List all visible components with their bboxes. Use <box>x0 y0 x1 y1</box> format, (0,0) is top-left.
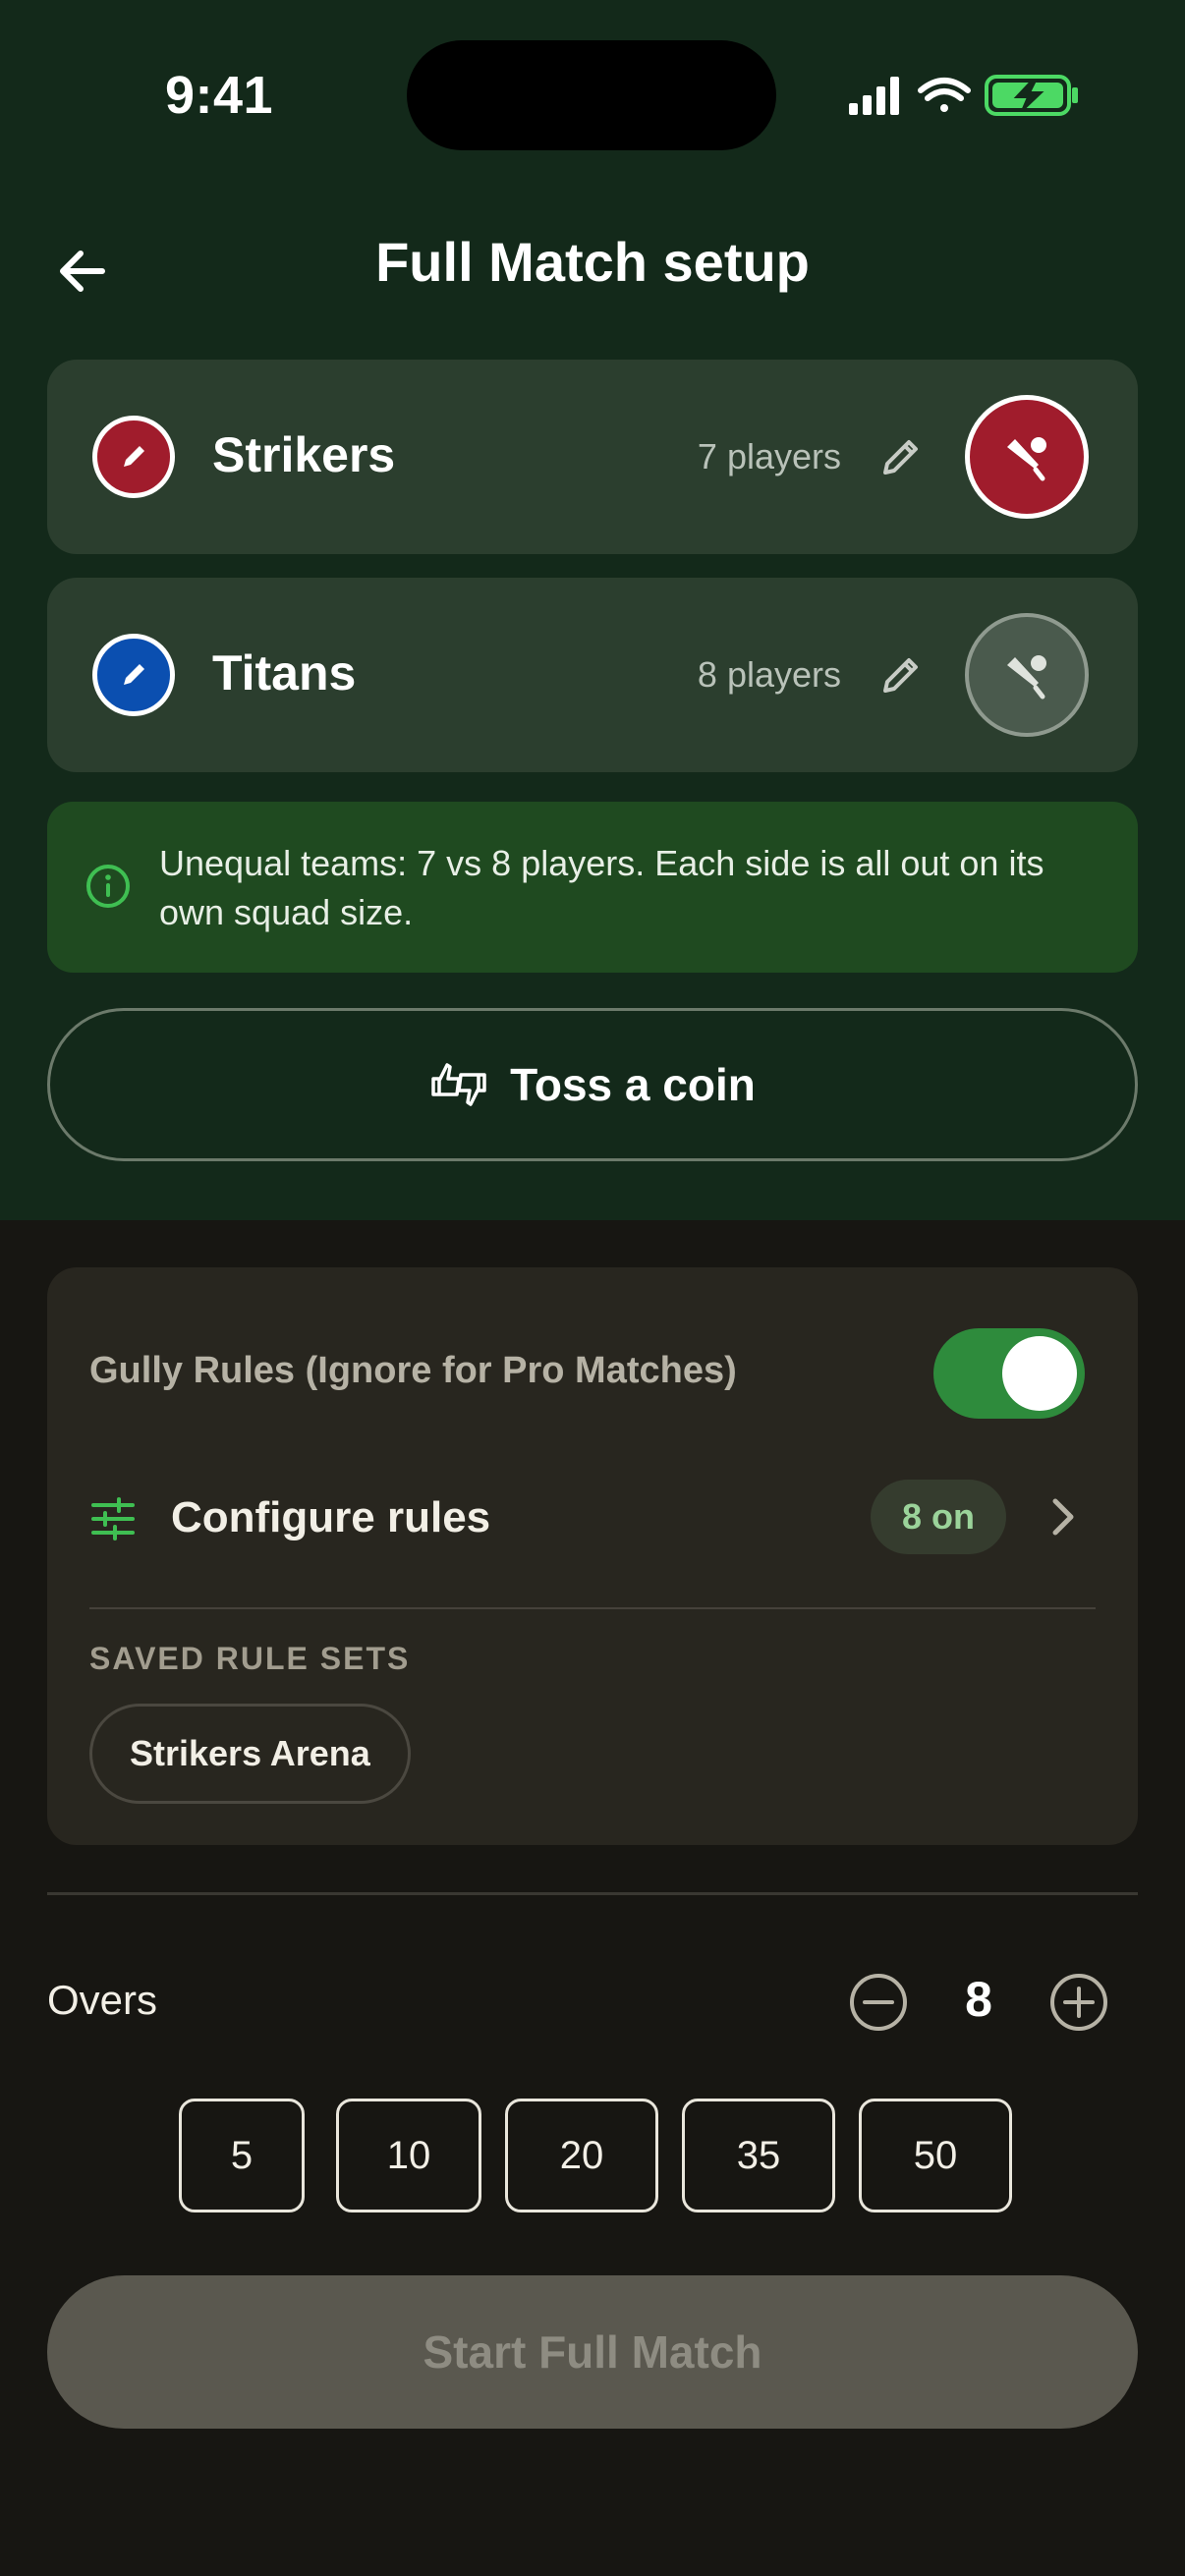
overs-preset-50[interactable]: 50 <box>859 2099 1012 2212</box>
configure-rules-label: Configure rules <box>171 1493 491 1541</box>
overs-preset-5[interactable]: 5 <box>179 2099 305 2212</box>
cricket-bat-ball-icon <box>1007 655 1046 700</box>
overs-preset-35[interactable]: 35 <box>682 2099 835 2212</box>
signal-wifi-battery-icons <box>849 75 1078 116</box>
overs-value: 8 <box>965 1972 992 2027</box>
pencil-icon <box>124 446 144 467</box>
decrease-overs-button[interactable] <box>847 1971 910 2034</box>
rules-count-badge: 8 on <box>871 1480 1007 1554</box>
overs-label: Overs <box>47 1977 158 2023</box>
dynamic-island <box>407 40 776 150</box>
gully-rules-label: Gully Rules (Ignore for Pro Matches) <box>89 1350 737 1391</box>
status-icons <box>849 73 1085 118</box>
thumbs-up-down-icon <box>431 1063 486 1106</box>
team-color-badge[interactable] <box>92 416 175 498</box>
toss-coin-label: Toss a coin <box>510 1059 756 1110</box>
pencil-icon <box>124 664 144 685</box>
notice-text: Unequal teams: 7 vs 8 players. Each side… <box>159 843 1044 932</box>
saved-rule-sets-heading: SAVED RULE SETS <box>89 1641 411 1676</box>
team-player-count: 8 players <box>697 654 841 695</box>
edit-pencil-icon <box>883 440 918 475</box>
cellular-signal-icon <box>849 77 899 115</box>
battery-charging-icon <box>985 75 1078 116</box>
team-name: Strikers <box>212 427 396 482</box>
wifi-icon <box>918 78 971 112</box>
navigation-bar: Full Match setup <box>0 216 1185 314</box>
team-name: Titans <box>212 645 357 700</box>
configure-rules-row[interactable]: Configure rules 8 on <box>47 1460 1138 1578</box>
cricket-bat-ball-icon <box>1007 437 1046 481</box>
info-icon <box>86 865 130 908</box>
overs-preset-20[interactable]: 20 <box>505 2099 658 2212</box>
team-player-count: 7 players <box>697 436 841 476</box>
status-time: 9:41 <box>165 66 274 125</box>
increase-overs-button[interactable] <box>1047 1971 1110 2034</box>
overs-preset-10[interactable]: 10 <box>336 2099 481 2212</box>
team-card-titans: Titans 8 players <box>47 578 1138 772</box>
divider <box>89 1607 1096 1609</box>
status-bar: 9:41 <box>0 0 1185 187</box>
sliders-icon <box>91 1497 135 1540</box>
team-select-button[interactable] <box>965 395 1089 519</box>
unequal-teams-notice: Unequal teams: 7 vs 8 players. Each side… <box>47 802 1138 973</box>
chevron-right-icon <box>1052 1498 1074 1536</box>
edit-team-button[interactable] <box>869 424 933 489</box>
gully-rules-toggle[interactable] <box>933 1328 1085 1419</box>
plus-icon <box>1063 1987 1095 2018</box>
toggle-knob <box>1002 1336 1077 1411</box>
edit-team-button[interactable] <box>869 643 933 707</box>
rules-card: Gully Rules (Ignore for Pro Matches) Con… <box>47 1267 1138 1845</box>
saved-rule-set-chip[interactable]: Strikers Arena <box>89 1704 411 1804</box>
team-select-button[interactable] <box>965 613 1089 737</box>
start-full-match-button[interactable]: Start Full Match <box>47 2275 1138 2429</box>
team-card-strikers: Strikers 7 players <box>47 360 1138 554</box>
section-divider <box>47 1892 1138 1895</box>
toss-coin-button[interactable]: Toss a coin <box>47 1008 1138 1161</box>
edit-pencil-icon <box>883 658 918 693</box>
team-color-badge[interactable] <box>92 634 175 716</box>
page-title: Full Match setup <box>375 231 810 293</box>
